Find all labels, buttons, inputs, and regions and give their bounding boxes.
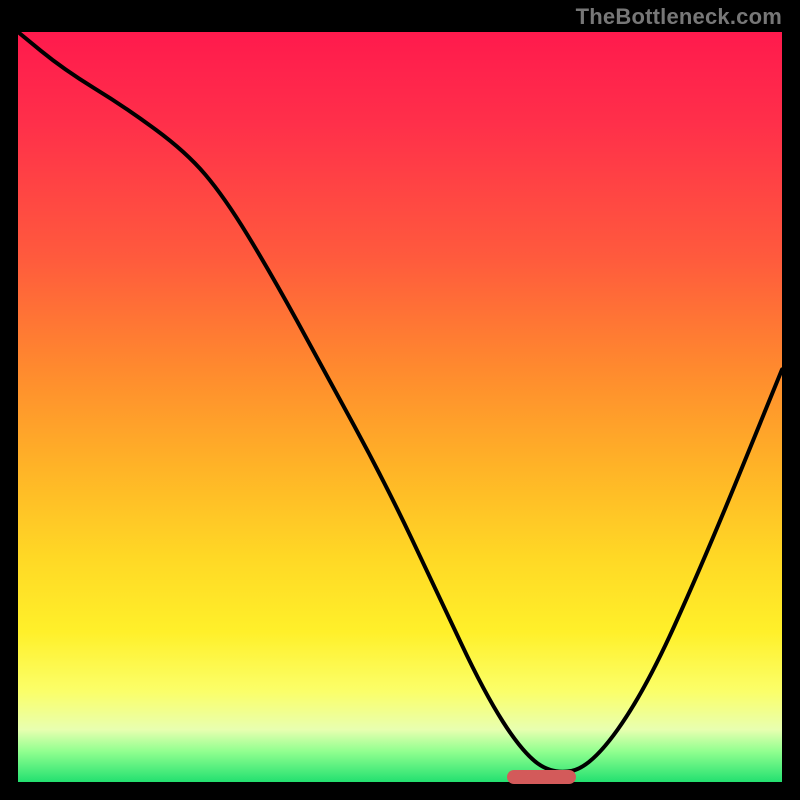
bottleneck-curve — [18, 32, 782, 782]
watermark-text: TheBottleneck.com — [576, 4, 782, 30]
optimal-marker — [507, 770, 576, 784]
plot-area — [18, 32, 782, 782]
chart-frame: TheBottleneck.com — [0, 0, 800, 800]
